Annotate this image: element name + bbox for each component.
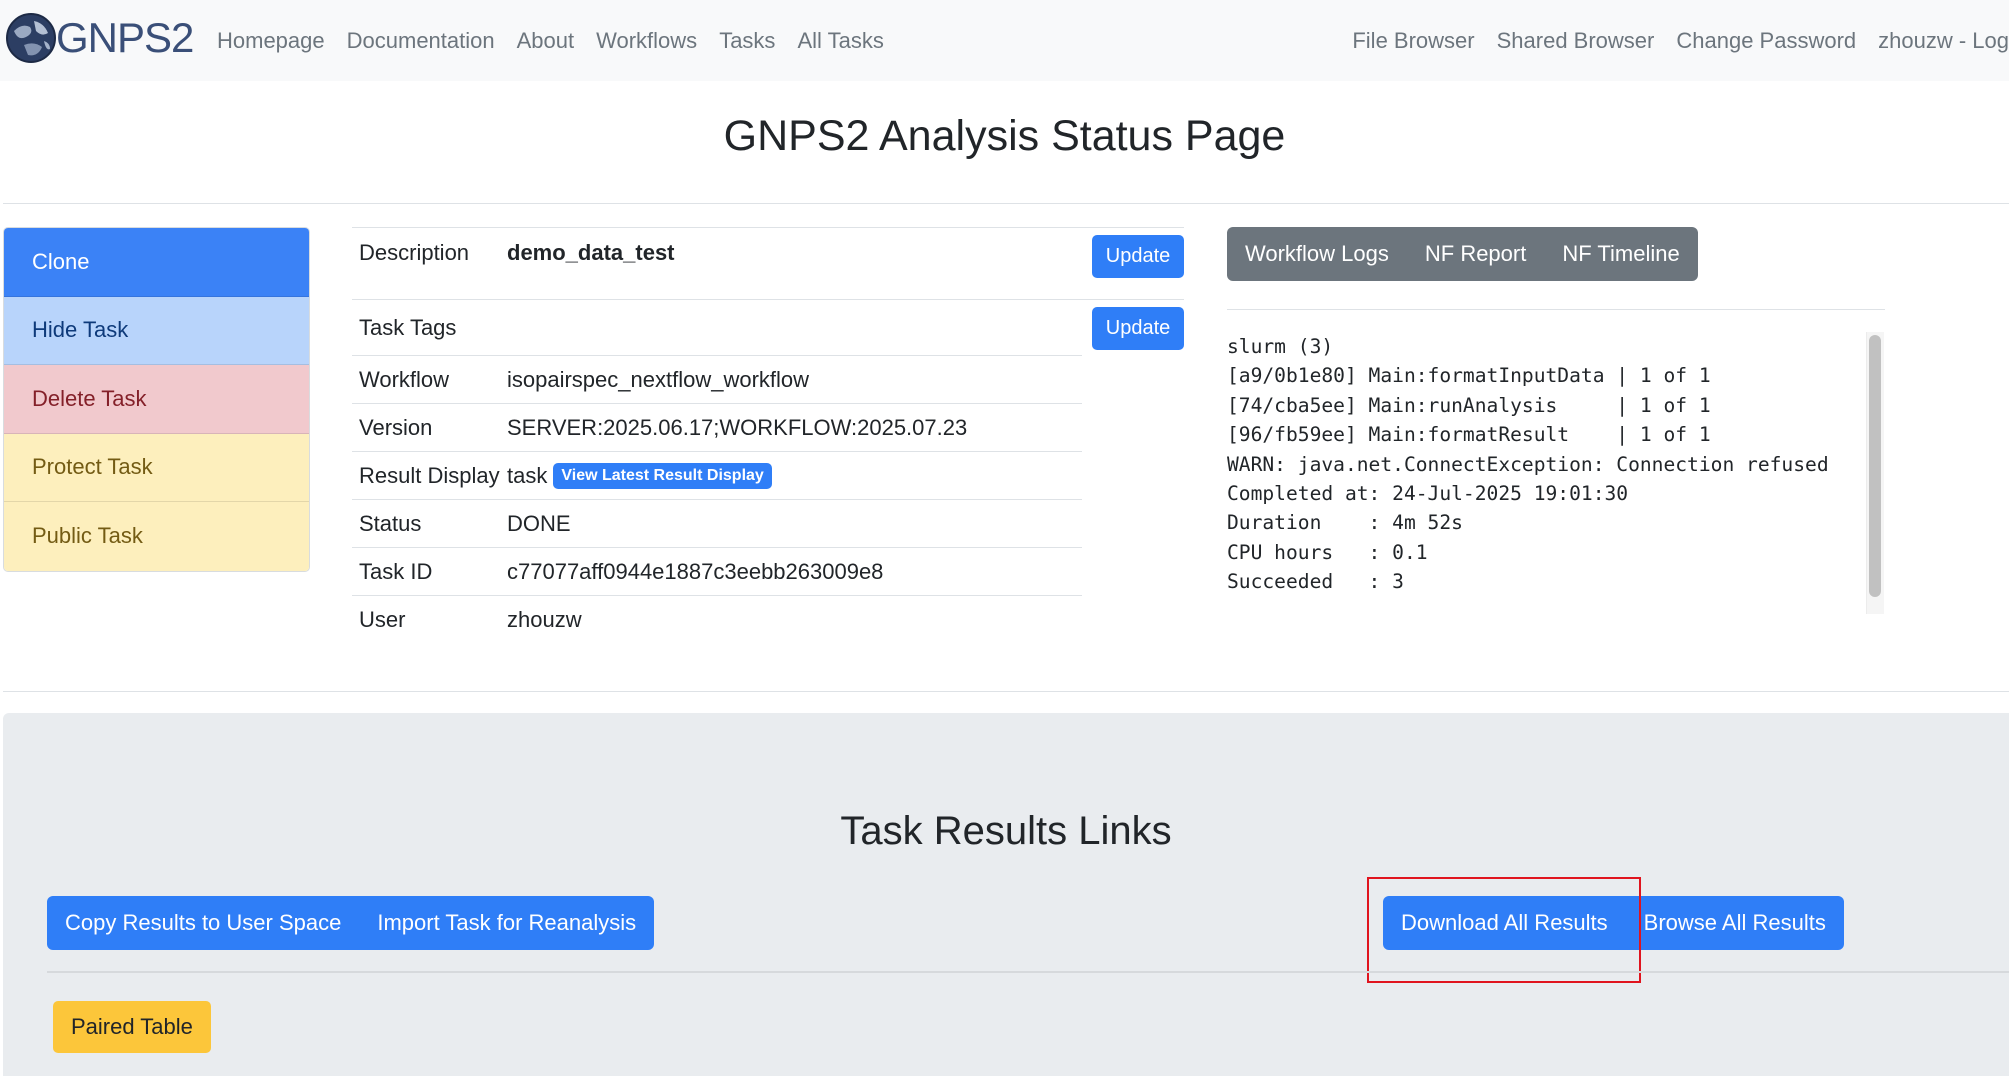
brand-logo[interactable]: GNPS2 <box>4 10 194 66</box>
description-row: Description demo_data_test Update <box>352 227 1184 299</box>
page-title: GNPS2 Analysis Status Page <box>723 112 1286 160</box>
divider <box>3 691 2009 692</box>
description-label: Description <box>359 240 470 265</box>
result-display-row: Result Display task View Latest Result D… <box>352 451 1082 499</box>
version-row: Version SERVER:2025.06.17;WORKFLOW:2025.… <box>352 403 1082 451</box>
nav-user-logout[interactable]: zhouzw - Log <box>1867 28 2009 54</box>
nav-right: File Browser Shared Browser Change Passw… <box>1341 0 2009 81</box>
nav-change-password[interactable]: Change Password <box>1665 28 1867 54</box>
view-latest-result-display-link[interactable]: View Latest Result Display <box>553 462 772 489</box>
task-tags-row: Task Tags Update <box>352 299 1184 355</box>
version-value: SERVER:2025.06.17;WORKFLOW:2025.07.23 <box>507 414 968 440</box>
status-value: DONE <box>507 510 571 536</box>
update-tags-button[interactable]: Update <box>1092 307 1184 350</box>
delete-task-button[interactable]: Delete Task <box>4 365 309 434</box>
task-info-table: Description demo_data_test Update Task T… <box>352 227 1184 643</box>
workflow-row: Workflow isopairspec_nextflow_workflow <box>352 355 1082 403</box>
nav-shared-browser[interactable]: Shared Browser <box>1486 28 1666 54</box>
user-row: User zhouzw <box>352 595 1082 643</box>
divider <box>1227 309 1885 310</box>
result-display-value: task View Latest Result Display <box>507 462 772 489</box>
task-results-section: Task Results Links Copy Results to User … <box>3 713 2009 1076</box>
divider <box>47 971 2009 973</box>
import-task-button[interactable]: Import Task for Reanalysis <box>359 896 654 950</box>
status-label: Status <box>359 510 422 536</box>
task-tags-label: Task Tags <box>359 314 457 340</box>
task-id-label: Task ID <box>359 558 433 584</box>
workflow-logs-tab[interactable]: Workflow Logs <box>1227 227 1407 281</box>
update-description-button[interactable]: Update <box>1092 235 1184 278</box>
nf-report-tab[interactable]: NF Report <box>1407 227 1544 281</box>
log-scrollbar-thumb[interactable] <box>1869 335 1881 597</box>
copy-results-button[interactable]: Copy Results to User Space <box>47 896 359 950</box>
user-value: zhouzw <box>507 606 582 632</box>
paired-table-button[interactable]: Paired Table <box>53 1001 211 1053</box>
navbar: GNPS2 Homepage Documentation About Workf… <box>0 0 2009 81</box>
nf-timeline-tab[interactable]: NF Timeline <box>1544 227 1697 281</box>
globe-icon <box>6 13 56 63</box>
browse-all-results-button[interactable]: Browse All Results <box>1626 896 1844 950</box>
nav-tasks[interactable]: Tasks <box>708 28 786 54</box>
nav-left: Homepage Documentation About Workflows T… <box>206 0 895 81</box>
results-actions-left: Copy Results to User Space Import Task f… <box>47 896 655 950</box>
nav-file-browser[interactable]: File Browser <box>1341 28 1485 54</box>
log-text: slurm (3) [a9/0b1e80] Main:formatInputDa… <box>1227 335 1829 594</box>
public-task-button[interactable]: Public Task <box>4 502 309 571</box>
nav-about[interactable]: About <box>506 28 586 54</box>
log-tabs: Workflow Logs NF Report NF Timeline <box>1227 227 1698 281</box>
clone-button[interactable]: Clone <box>4 228 309 297</box>
result-display-label: Result Display <box>359 462 500 488</box>
user-label: User <box>359 606 406 632</box>
task-actions-list: Clone Hide Task Delete Task Protect Task… <box>3 227 310 572</box>
highlight-box <box>1367 877 1641 983</box>
version-label: Version <box>359 414 433 440</box>
task-id-row: Task ID c77077aff0944e1887c3eebb263009e8 <box>352 547 1082 595</box>
description-value: demo_data_test <box>507 240 675 265</box>
protect-task-button[interactable]: Protect Task <box>4 433 309 502</box>
status-row: Status DONE <box>352 499 1082 547</box>
hide-task-button[interactable]: Hide Task <box>4 296 309 365</box>
nav-homepage[interactable]: Homepage <box>206 28 336 54</box>
workflow-log-output[interactable]: slurm (3) [a9/0b1e80] Main:formatInputDa… <box>1227 332 1885 613</box>
result-display-text: task <box>507 462 548 488</box>
divider <box>3 203 2009 204</box>
nav-workflows[interactable]: Workflows <box>585 28 708 54</box>
workflow-label: Workflow <box>359 366 450 392</box>
task-id-value: c77077aff0944e1887c3eebb263009e8 <box>507 558 884 584</box>
results-title: Task Results Links <box>840 809 1172 853</box>
workflow-value: isopairspec_nextflow_workflow <box>507 366 810 392</box>
nav-all-tasks[interactable]: All Tasks <box>786 28 894 54</box>
nav-documentation[interactable]: Documentation <box>336 28 506 54</box>
brand-text: GNPS2 <box>56 14 194 61</box>
